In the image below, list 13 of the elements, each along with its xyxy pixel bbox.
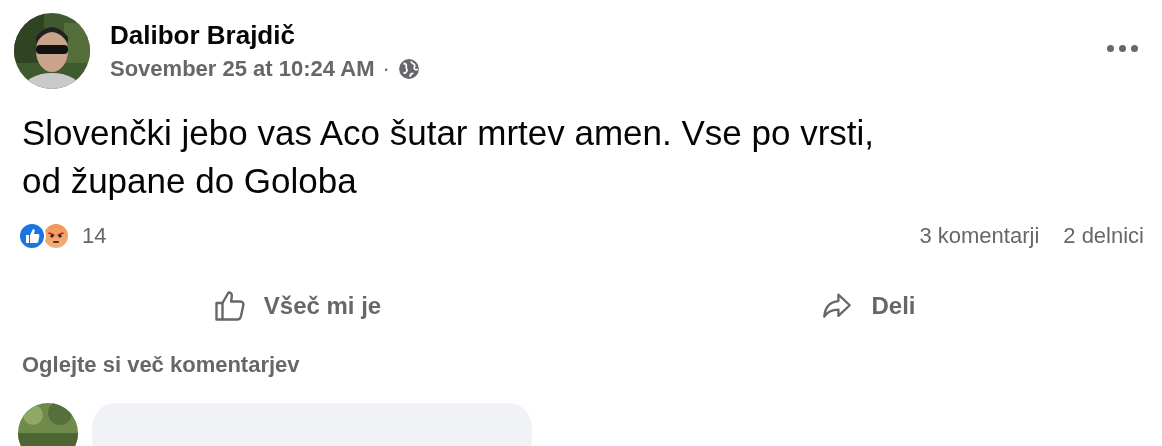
post-timestamp[interactable]: Sovember 25 at 10:24 AM [110, 54, 375, 84]
globe-icon [397, 58, 420, 80]
view-more-comments-link[interactable]: Oglejte si več komentarjev [22, 352, 300, 377]
shares-count[interactable]: 2 delnici [1063, 219, 1144, 252]
separator-dot: · [382, 55, 390, 83]
angry-face-icon [42, 221, 70, 250]
like-reaction-icon [18, 221, 46, 250]
author-name[interactable]: Dalibor Brajdič [110, 18, 1102, 52]
share-button[interactable]: Deli [581, 276, 1152, 336]
like-button[interactable]: Všeč mi je [10, 276, 581, 336]
post-text: Slovenčki jebo vas Aco šutar mrtev amen. Vse po vrsti, od župane do Goloba [22, 112, 876, 202]
comments-count[interactable]: 3 komentarji [919, 219, 1040, 252]
reaction-count[interactable]: 14 [82, 219, 107, 252]
